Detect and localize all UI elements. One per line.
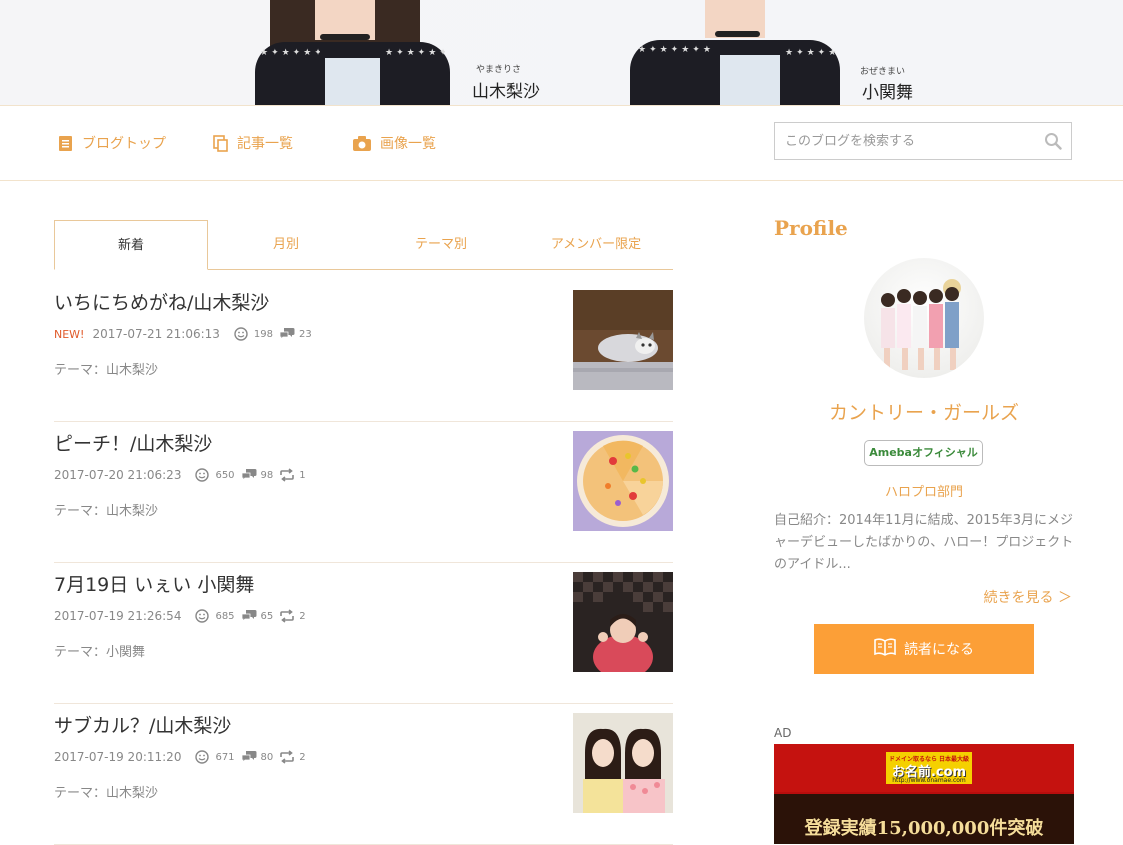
reblog-count: 1 [299,469,306,481]
nav-label: ブログトップ [82,136,166,152]
comment-icon[interactable] [241,468,257,482]
blog-search [774,122,1072,160]
entry-meta: NEW! 2017-07-21 21:06:13 198 23 [54,327,312,341]
document-icon [57,135,74,152]
read-more-link[interactable]: 続きを見る ＞ [774,587,1072,607]
reblog-count: 2 [299,751,306,763]
member-name-kana: やまきりさ [476,65,522,75]
follow-button[interactable]: 読者になる [814,624,1034,674]
ad-headline: 登録実績15,000,000件突破 [804,818,1044,839]
like-icon[interactable] [195,750,210,764]
nav-label: 記事一覧 [237,136,293,152]
member-name: 山木梨沙 [472,82,540,102]
comment-count: 65 [260,610,274,622]
entry-item: 7月19日 いぇい 小関舞 2017-07-19 21:26:54 685 65… [54,562,673,704]
follow-label: 読者になる [904,642,974,658]
profile-category[interactable]: ハロプロ部門 [774,481,1074,500]
profile-name[interactable]: カントリー・ガールズ [774,398,1074,425]
entry-item: サブカル？/山木梨沙 2017-07-19 20:11:20 671 80 2 … [54,703,673,845]
official-badge: Amebaオフィシャル [864,440,983,466]
entry-theme[interactable]: テーマ：小関舞 [54,641,145,660]
entry-meta: 2017-07-20 21:06:23 650 98 1 [54,468,306,482]
like-count: 650 [215,469,235,481]
member-name: 小関舞 [862,83,913,103]
entry-thumbnail[interactable] [573,431,673,531]
like-count: 671 [215,751,235,763]
tab-by-theme[interactable]: テーマ別 [364,220,518,269]
entry-title[interactable]: ピーチ！/山木梨沙 [54,429,212,456]
camera-icon [352,135,372,152]
entry-thumbnail[interactable] [573,290,673,390]
entry-title[interactable]: いちにちめがね/山木梨沙 [54,288,269,315]
copy-icon [212,134,229,152]
entry-date: 2017-07-19 21:26:54 [54,609,182,623]
new-badge: NEW! [54,327,85,341]
like-count: 198 [253,328,274,340]
like-icon[interactable] [195,468,210,482]
like-icon[interactable] [234,327,248,341]
entry-thumbnail[interactable] [573,713,673,813]
search-icon[interactable] [1044,132,1062,150]
header-banner[interactable]: ★✦★✦★✦★✦★✦★✦★✦★✦★✦★✦★✦★✦ ★✦★✦★✦★✦★✦★✦★✦★… [0,0,1123,105]
book-icon [874,638,896,660]
comment-count: 98 [260,469,274,481]
tab-latest[interactable]: 新着 [54,220,208,270]
reblog-icon[interactable] [279,609,295,623]
search-input[interactable] [775,123,1045,159]
entry-title[interactable]: サブカル？/山木梨沙 [54,711,231,738]
ad-url: http://www.onamae.com [892,777,966,784]
member-name-kana: おぜきまい [860,67,906,77]
entry-tabs: 新着 月別 テーマ別 アメンバー限定 [54,220,673,270]
profile-heading: Profile [774,216,848,240]
entry-item: いちにちめがね/山木梨沙 NEW! 2017-07-21 21:06:13 19… [54,280,673,422]
comment-count: 23 [299,328,312,340]
comment-icon[interactable] [241,750,257,764]
entry-theme[interactable]: テーマ：山木梨沙 [54,500,158,519]
reblog-icon[interactable] [279,468,295,482]
reblog-icon[interactable] [279,750,295,764]
comment-icon[interactable] [279,327,295,341]
entry-meta: 2017-07-19 20:11:20 671 80 2 [54,750,306,764]
avatar[interactable] [864,258,984,378]
entry-item: ピーチ！/山木梨沙 2017-07-20 21:06:23 650 98 1 テ… [54,421,673,563]
tab-monthly[interactable]: 月別 [209,220,363,269]
blog-nav: ブログトップ 記事一覧 画像一覧 [0,105,1123,181]
entry-theme[interactable]: テーマ：山木梨沙 [54,359,158,378]
entry-date: 2017-07-20 21:06:23 [54,468,182,482]
ad-banner[interactable]: ドメイン取るなら 日本最大級 お名前.com http://www.onamae… [774,744,1074,844]
entry-date: 2017-07-21 21:06:13 [92,327,220,341]
entry-theme[interactable]: テーマ：山木梨沙 [54,782,158,801]
nav-label: 画像一覧 [380,136,436,152]
comment-icon[interactable] [241,609,257,623]
like-icon[interactable] [195,609,210,623]
nav-image-list[interactable]: 画像一覧 [352,133,436,153]
entry-thumbnail[interactable] [573,572,673,672]
profile-intro: 自己紹介：2014年11月に結成、2015年3月にメジャーデビューしたばかりの、… [774,513,1074,572]
entry-meta: 2017-07-19 21:26:54 685 65 2 [54,609,306,623]
like-count: 685 [215,610,235,622]
tab-amember-only[interactable]: アメンバー限定 [519,220,673,269]
nav-blog-top[interactable]: ブログトップ [57,133,166,153]
reblog-count: 2 [299,610,306,622]
ad-label: AD [774,726,792,740]
nav-entry-list[interactable]: 記事一覧 [212,133,293,153]
entry-date: 2017-07-19 20:11:20 [54,750,182,764]
entry-title[interactable]: 7月19日 いぇい 小関舞 [54,570,254,597]
comment-count: 80 [260,751,274,763]
